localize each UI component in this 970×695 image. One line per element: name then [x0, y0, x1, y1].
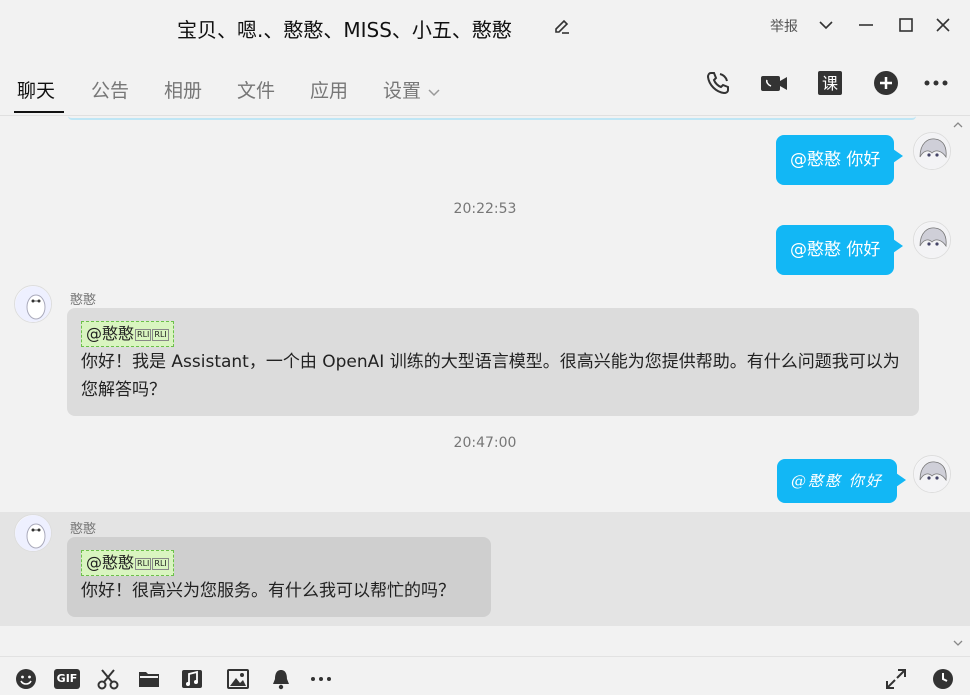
- input-toolbar: GIF: [0, 656, 970, 695]
- scissors-icon[interactable]: [96, 667, 120, 691]
- svg-text:课: 课: [822, 74, 838, 93]
- incoming-message[interactable]: @憨憨 RLI RLI 你好！很高兴为您服务。有什么我可以帮忙的吗？: [67, 537, 491, 617]
- rli-mark: RLI: [135, 557, 152, 570]
- bot-avatar[interactable]: [14, 285, 52, 323]
- close-icon[interactable]: [932, 14, 954, 36]
- mention-text: @憨憨: [86, 324, 135, 343]
- edit-icon[interactable]: [552, 17, 572, 37]
- previous-message-edge: [68, 116, 916, 120]
- my-avatar[interactable]: [913, 221, 951, 259]
- outgoing-message[interactable]: @憨憨 你好: [776, 135, 904, 185]
- tab-chat[interactable]: 聊天: [17, 76, 55, 103]
- sender-name: 憨憨: [70, 293, 97, 308]
- outgoing-message[interactable]: @憨憨 你好: [776, 225, 904, 275]
- rli-mark: RLI: [152, 557, 169, 570]
- folder-icon[interactable]: [137, 667, 161, 691]
- active-tab-indicator: [14, 111, 64, 113]
- tab-settings-label: 设置: [383, 80, 422, 102]
- mention-tag[interactable]: @憨憨 RLI RLI: [81, 321, 174, 347]
- more-icon[interactable]: [309, 667, 333, 691]
- add-icon[interactable]: [871, 68, 901, 98]
- incoming-message[interactable]: @憨憨 RLI RLI 你好！我是 Assistant，一个由 OpenAI 训练的…: [67, 308, 919, 416]
- mention-text: @憨憨: [86, 553, 135, 572]
- chat-title: 宝贝、嗯.、憨憨、MISS、小五、憨憨: [177, 18, 512, 42]
- scroll-up-icon[interactable]: [952, 120, 964, 130]
- bell-icon[interactable]: [269, 667, 293, 691]
- tab-bar: 聊天 公告 相册 文件 应用 设置 课: [0, 56, 970, 116]
- tab-settings[interactable]: 设置: [383, 76, 441, 103]
- scroll-down-icon[interactable]: [952, 638, 964, 648]
- timestamp: 20:22:53: [453, 201, 517, 217]
- sender-name: 憨憨: [70, 522, 97, 537]
- tab-files[interactable]: 文件: [237, 76, 275, 103]
- image-icon[interactable]: [226, 667, 250, 691]
- title-bar: 宝贝、嗯.、憨憨、MISS、小五、憨憨 举报: [0, 0, 970, 56]
- tab-album[interactable]: 相册: [164, 76, 202, 103]
- video-icon[interactable]: [759, 68, 789, 98]
- chevron-down-icon[interactable]: [815, 14, 837, 36]
- rli-mark: RLI: [135, 328, 152, 341]
- minimize-icon[interactable]: [855, 14, 877, 36]
- emoji-icon[interactable]: [14, 667, 38, 691]
- outgoing-message[interactable]: @憨憨 你好: [777, 459, 906, 503]
- mention-tag[interactable]: @憨憨 RLI RLI: [81, 550, 174, 576]
- chevron-down-icon: [428, 88, 440, 96]
- gif-icon[interactable]: GIF: [54, 669, 80, 689]
- rli-mark: RLI: [152, 328, 169, 341]
- bot-avatar[interactable]: [14, 514, 52, 552]
- chat-message-area[interactable]: @憨憨 你好 20:22:53 @憨憨 你好 憨憨 @憨憨 RLI RLI 你好！我…: [0, 116, 970, 656]
- phone-icon[interactable]: [703, 68, 733, 98]
- message-text: 你好！很高兴为您服务。有什么我可以帮忙的吗？: [81, 581, 455, 601]
- expand-icon[interactable]: [884, 667, 908, 691]
- history-icon[interactable]: [931, 667, 955, 691]
- tab-apps[interactable]: 应用: [310, 76, 348, 103]
- timestamp: 20:47:00: [453, 435, 517, 451]
- class-icon[interactable]: 课: [815, 68, 845, 98]
- more-icon[interactable]: [921, 68, 951, 98]
- my-avatar[interactable]: [913, 132, 951, 170]
- message-text: 你好！我是 Assistant，一个由 OpenAI 训练的大型语言模型。很高兴…: [81, 352, 900, 400]
- my-avatar[interactable]: [913, 455, 951, 493]
- report-button[interactable]: 举报: [770, 16, 798, 36]
- music-icon[interactable]: [180, 667, 204, 691]
- tab-notice[interactable]: 公告: [91, 76, 129, 103]
- maximize-icon[interactable]: [895, 14, 917, 36]
